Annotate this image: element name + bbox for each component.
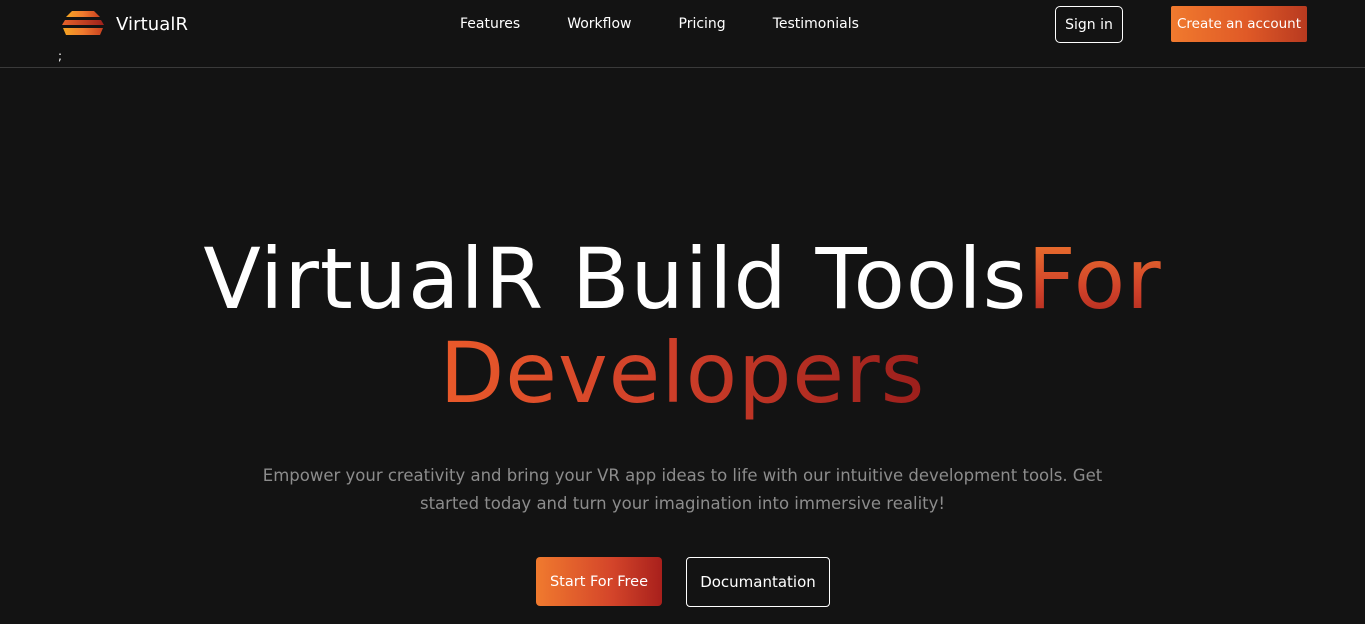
hero-title: VirtualR Build ToolsFor Developers xyxy=(0,232,1365,420)
stray-text: ; xyxy=(58,49,63,63)
nav-link-features[interactable]: Features xyxy=(460,15,520,33)
top-navbar: VirtualR ; Features Workflow Pricing Tes… xyxy=(0,0,1365,68)
main-nav: Features Workflow Pricing Testimonials xyxy=(460,15,859,33)
nav-link-workflow[interactable]: Workflow xyxy=(567,15,631,33)
start-for-free-button[interactable]: Start For Free xyxy=(536,557,662,606)
hero-title-main: VirtualR Build Tools xyxy=(203,230,1028,328)
nav-link-testimonials[interactable]: Testimonials xyxy=(773,15,859,33)
sign-in-button[interactable]: Sign in xyxy=(1055,6,1123,43)
brand-name: VirtualR xyxy=(116,13,189,35)
documentation-button[interactable]: Documantation xyxy=(686,557,830,607)
hero-title-accent-developers: Developers xyxy=(439,324,926,422)
hero-title-accent-for: For xyxy=(1027,230,1162,328)
nav-link-pricing[interactable]: Pricing xyxy=(679,15,726,33)
stacked-layers-logo-icon xyxy=(62,11,104,35)
create-account-button[interactable]: Create an account xyxy=(1171,6,1307,42)
hero-subtitle: Empower your creativity and bring your V… xyxy=(262,466,1103,513)
brand-logo[interactable]: VirtualR xyxy=(62,10,188,38)
